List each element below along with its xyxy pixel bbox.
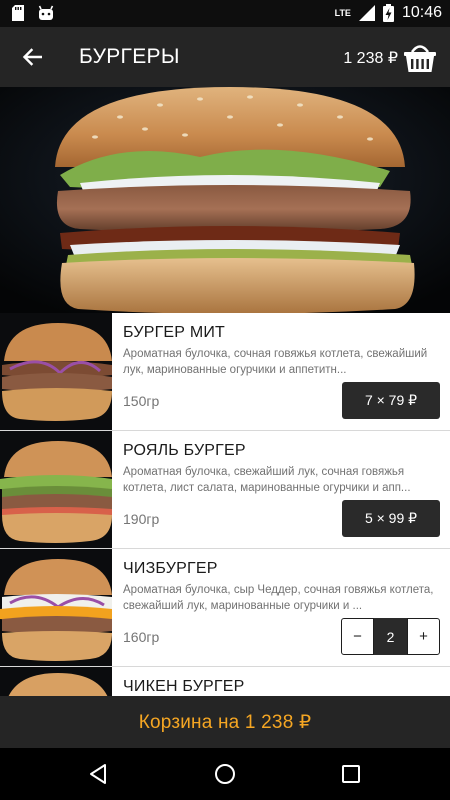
square-recents-icon: [342, 765, 360, 783]
clock: 10:46: [401, 4, 442, 21]
increase-button[interactable]: +: [407, 618, 440, 655]
back-button[interactable]: [16, 41, 48, 73]
product-thumbnail: [0, 313, 112, 430]
product-description: Ароматная булочка, свежайший лук, сочная…: [123, 466, 411, 494]
cart-checkout-label: Корзина на 1 238 ₽: [138, 711, 312, 733]
battery-charging-icon: [382, 4, 394, 22]
product-thumbnail: [0, 431, 112, 548]
cart-button[interactable]: [402, 39, 438, 75]
quantity-value: 2: [374, 618, 407, 655]
android-icon: [38, 5, 54, 20]
system-nav-bar: [0, 748, 450, 800]
page-title: БУРГЕРЫ: [79, 45, 180, 68]
sd-card-icon: [12, 5, 24, 21]
signal-icon: [358, 5, 375, 21]
product-weight: 160гр: [123, 629, 160, 645]
list-item[interactable]: РОЯЛЬ БУРГЕР Ароматная булочка, свежайши…: [0, 431, 450, 549]
product-name: БУРГЕР МИТ: [123, 324, 226, 341]
network-type: LTE: [334, 8, 351, 18]
product-name: ЧИКЕН БУРГЕР: [123, 678, 245, 695]
hero-burger-image: [0, 87, 450, 313]
list-item[interactable]: БУРГЕР МИТ Ароматная булочка, сочная гов…: [0, 313, 450, 431]
product-description: Ароматная булочка, сыр Чеддер, сочная го…: [123, 584, 434, 612]
product-weight: 150гр: [123, 393, 160, 409]
quantity-stepper: − 2 +: [341, 618, 440, 655]
product-name: ЧИЗБУРГЕР: [123, 560, 218, 577]
product-list[interactable]: БУРГЕР МИТ Ароматная булочка, сочная гов…: [0, 313, 450, 696]
arrow-back-icon: [22, 48, 42, 66]
decrease-button[interactable]: −: [341, 618, 374, 655]
product-name: РОЯЛЬ БУРГЕР: [123, 442, 246, 459]
circle-home-icon: [215, 764, 235, 784]
nav-back-button[interactable]: [83, 759, 113, 789]
order-quantity-button[interactable]: 7 × 79 ₽: [342, 382, 440, 419]
product-thumbnail: [0, 667, 112, 696]
triangle-back-icon: [90, 764, 106, 784]
product-thumbnail: [0, 549, 112, 666]
list-item[interactable]: ЧИКЕН БУРГЕР: [0, 667, 450, 696]
order-quantity-button[interactable]: 5 × 99 ₽: [342, 500, 440, 537]
product-weight: 190гр: [123, 511, 160, 527]
cart-total[interactable]: 1 238 ₽: [343, 48, 398, 68]
list-item[interactable]: ЧИЗБУРГЕР Ароматная булочка, сыр Чеддер,…: [0, 549, 450, 667]
product-description: Ароматная булочка, сочная говяжья котлет…: [123, 348, 428, 376]
app-bar: БУРГЕРЫ 1 238 ₽: [0, 27, 450, 87]
basket-icon: [404, 45, 436, 72]
status-bar: LTE 10:46: [0, 0, 450, 27]
cart-checkout-button[interactable]: Корзина на 1 238 ₽: [0, 696, 450, 748]
nav-home-button[interactable]: [210, 759, 240, 789]
nav-recents-button[interactable]: [336, 759, 366, 789]
